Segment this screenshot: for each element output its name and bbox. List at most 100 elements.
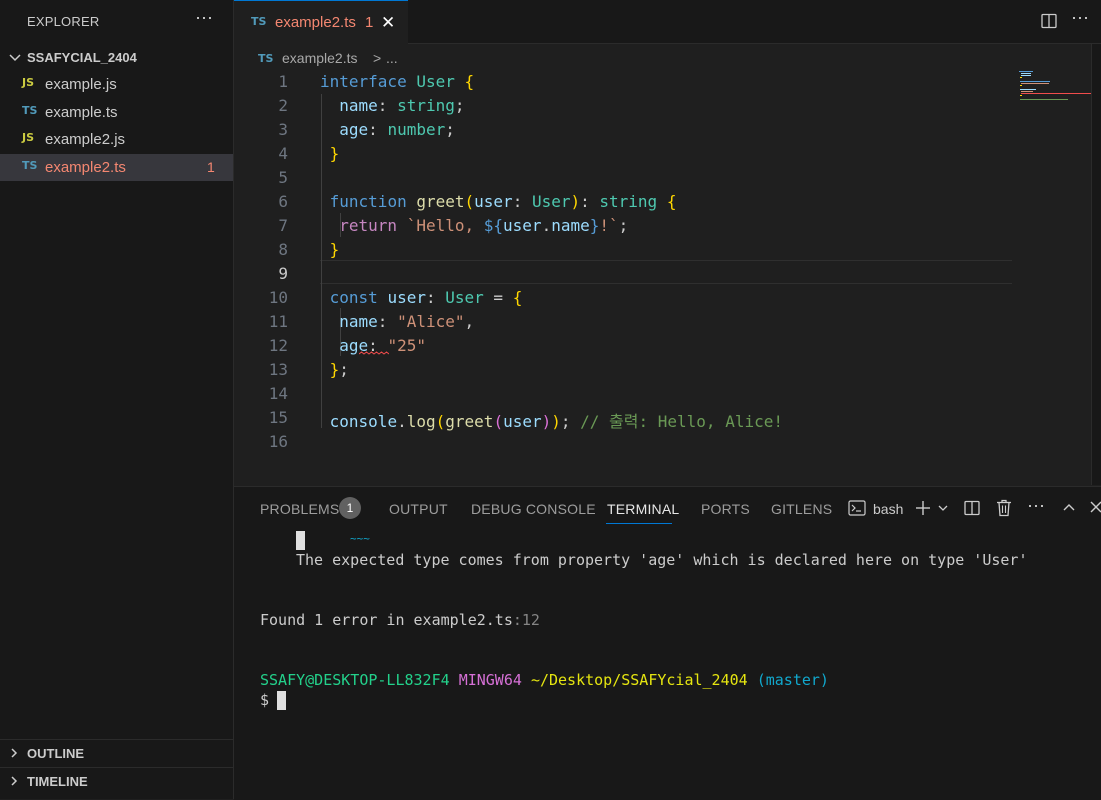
close-panel-icon[interactable] [1090,501,1101,513]
chevron-right-icon [11,776,18,786]
section-outline[interactable]: OUTLINE [0,739,233,767]
new-terminal-plus-icon[interactable] [914,500,932,516]
panel-tab-ports[interactable]: PORTS [701,501,750,517]
minimap[interactable] [1017,70,1093,110]
line-number: 1 [278,72,288,91]
active-tab-indicator [606,523,672,524]
code-line: 13 }; [234,358,1091,382]
file-name: example.js [45,76,117,93]
error-squiggle[interactable] [359,351,389,355]
tab-label: example2.ts [275,14,356,31]
panel-tab-gitlens[interactable]: GITLENS [771,501,832,517]
panel-tab-problems[interactable]: PROBLEMS [260,501,339,517]
tab-example2-ts[interactable]: TS example2.ts 1 ✕ [234,0,408,44]
code-text: const user: User = { [329,288,523,307]
code-text: interface User { [320,72,475,91]
code-text: name: "Alice", [339,312,475,331]
problems-count-badge: 1 [207,159,215,175]
code-text: } [329,240,340,259]
line-number: 5 [278,168,288,187]
code-text: } [329,144,340,163]
chevron-down-icon[interactable] [937,503,949,513]
typescript-file-icon: TS [251,15,267,28]
code-text: return `Hello, ${user.name}!`; [339,216,629,235]
file-item-example-js[interactable]: JS example.js [0,71,233,98]
line-number: 15 [268,408,288,427]
chevron-right-icon [11,748,18,758]
panel-tab-output[interactable]: OUTPUT [389,501,448,517]
terminal-error-marker: ~~~ [350,532,370,545]
section-timeline[interactable]: TIMELINE [0,767,233,795]
editor-tab-bar: TS example2.ts 1 ✕ ⋯ [234,0,1101,44]
code-text: name: string; [339,96,465,115]
maximize-panel-chevron-up-icon[interactable] [1062,502,1076,512]
line-number: 10 [268,288,288,307]
found-errors-line-ref: :12 [512,611,540,629]
file-item-example2-ts[interactable]: TS example2.ts 1 [0,154,233,181]
javascript-file-icon: JS [22,131,35,144]
file-item-example-ts[interactable]: TS example.ts [0,99,233,126]
terminal-icon [848,500,866,516]
code-line: 6 function greet(user: User): string { [234,190,1091,214]
line-number: 2 [278,96,288,115]
panel-tab-terminal[interactable]: TERMINAL [607,501,679,517]
code-line: 11 name: "Alice", [234,310,1091,334]
code-line: 15 console.log(greet(user)); // 출력: Hell… [234,406,1091,431]
panel-tab-debug-console[interactable]: DEBUG CONSOLE [471,501,596,517]
section-label: TIMELINE [27,774,88,789]
terminal-cursor [277,691,286,710]
line-number: 3 [278,120,288,139]
code-line: 14 [234,382,1091,406]
file-name: example2.ts [45,159,126,176]
code-line: 8 } [234,238,1091,262]
line-number: 7 [278,216,288,235]
typescript-file-icon: TS [22,104,38,117]
code-line: 16 [234,430,1091,454]
code-line: 7 return `Hello, ${user.name}!`; [234,214,1091,238]
trash-icon[interactable] [996,499,1012,517]
line-number: 6 [278,192,288,211]
editor-scrollbar[interactable] [1091,44,1101,485]
project-folder-header[interactable]: SSAFYCIAL_2404 [0,48,233,68]
chevron-down-icon [9,54,21,62]
terminal-cursor-block [296,531,305,550]
explorer-sidebar: EXPLORER ⋯ SSAFYCIAL_2404 JS example.js … [0,0,234,799]
prompt-path: ~/Desktop/SSAFYcial_2404 [530,671,748,689]
tab-problems-badge: 1 [365,14,374,31]
line-number: 4 [278,144,288,163]
more-actions-icon[interactable]: ⋯ [1071,8,1089,29]
explorer-title: EXPLORER [27,14,100,29]
terminal-shell-name[interactable]: bash [873,501,903,517]
line-number: 9 [278,264,288,283]
file-item-example2-js[interactable]: JS example2.js [0,126,233,153]
code-line: 2 name: string; [234,94,1091,118]
section-label: OUTLINE [27,746,85,761]
javascript-file-icon: JS [22,76,35,89]
breadcrumb-file[interactable]: example2.ts [282,50,357,66]
split-editor-icon[interactable] [1041,13,1057,29]
prompt-git-branch: (master) [756,671,829,689]
line-number: 16 [268,432,288,451]
prompt-user-host: SSAFY@DESKTOP-LL832F4 [260,671,450,689]
more-actions-icon[interactable]: ⋯ [1027,496,1045,517]
split-terminal-icon[interactable] [964,500,980,516]
line-number: 11 [268,312,288,331]
breadcrumb-symbols[interactable]: ... [386,50,398,66]
terminal-line-found-errors: Found 1 error in example2.ts:12 [260,611,540,629]
breadcrumb-separator: > [373,50,382,66]
code-line: 4 } [234,142,1091,166]
code-line: 10 const user: User = { [234,286,1091,310]
terminal-input-line[interactable]: $ [260,691,269,709]
prompt-symbol: $ [260,691,270,709]
code-line: 1 interface User { [234,70,1091,94]
typescript-file-icon: TS [22,159,38,172]
terminal-line-expected-type: The expected type comes from property 'a… [296,551,1028,569]
code-line: 5 [234,166,1091,190]
close-icon[interactable]: ✕ [381,13,395,33]
code-line: 9 [234,262,1091,286]
line-number: 8 [278,240,288,259]
line-number: 12 [268,336,288,355]
code-editor[interactable]: 1 interface User { 2 name: string; 3 age… [234,70,1091,485]
file-name: example2.js [45,131,126,148]
explorer-more-icon[interactable]: ⋯ [195,8,213,29]
